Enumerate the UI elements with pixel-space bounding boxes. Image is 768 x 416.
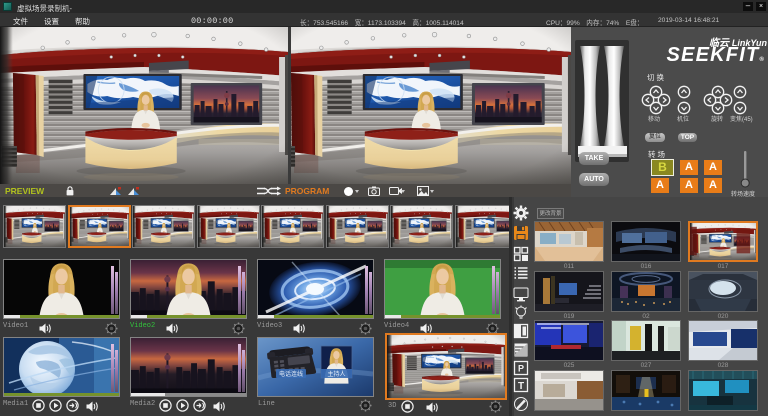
svg-text:主持人: 主持人 bbox=[327, 370, 345, 378]
svg-text:P: P bbox=[518, 364, 524, 374]
svg-text:电话连线: 电话连线 bbox=[279, 370, 303, 378]
svg-text:T: T bbox=[518, 381, 524, 392]
